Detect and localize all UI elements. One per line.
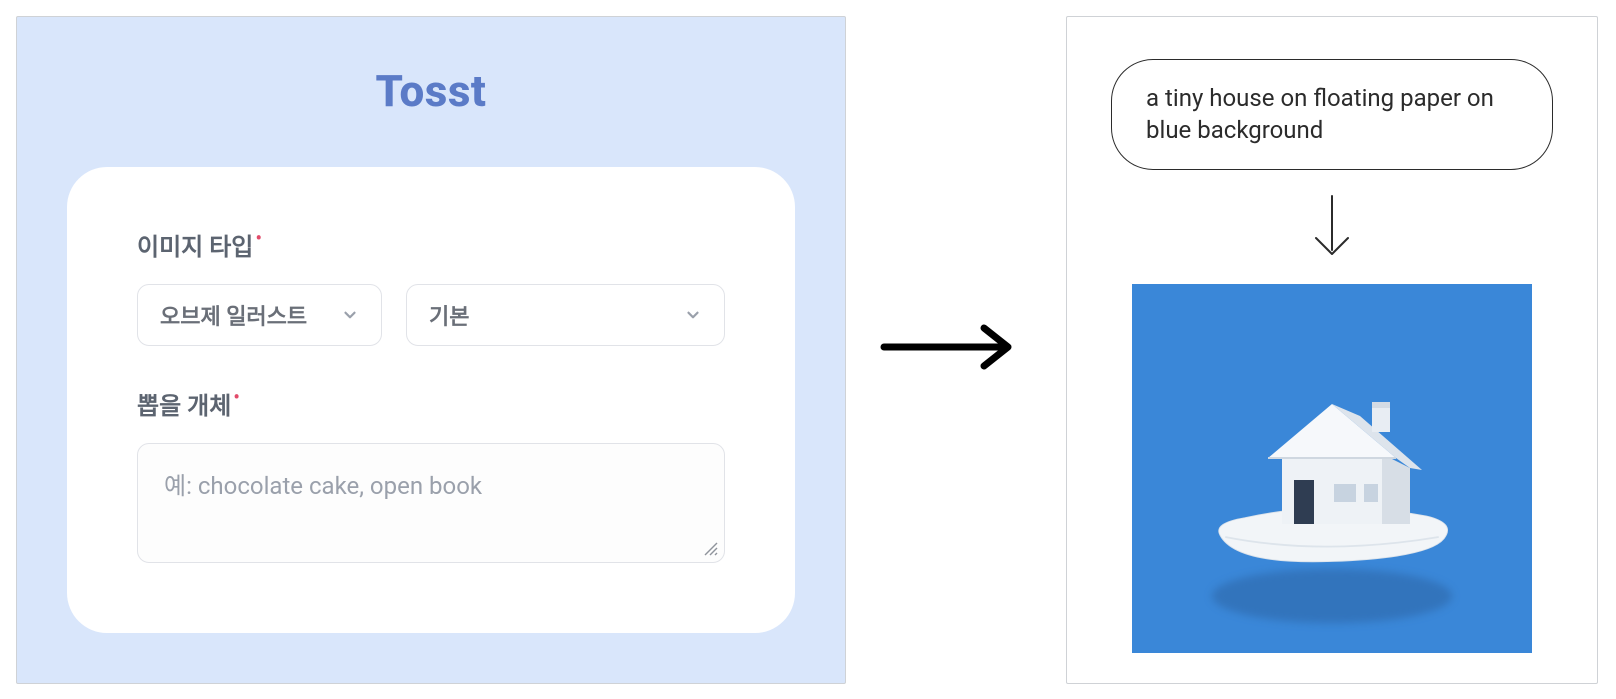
select-row: 오브제 일러스트 기본 <box>137 284 725 346</box>
flow-arrow-down <box>1308 192 1356 262</box>
diagram-stage: Tosst 이미지 타입• 오브제 일러스트 기본 뽑을 개체• 예: cho <box>0 0 1616 699</box>
brand-title: Tosst <box>17 65 845 117</box>
prompt-text: a tiny house on floating paper on blue b… <box>1146 84 1494 144</box>
input-panel: Tosst 이미지 타입• 오브제 일러스트 기본 뽑을 개체• 예: cho <box>16 16 846 684</box>
output-panel: a tiny house on floating paper on blue b… <box>1066 16 1598 684</box>
tiny-house <box>1232 374 1432 534</box>
object-textarea-placeholder: 예: chocolate cake, open book <box>164 472 482 500</box>
generated-image <box>1132 284 1532 653</box>
image-type-label-row: 이미지 타입• <box>137 227 725 262</box>
image-subtype-select-value: 기본 <box>429 299 469 331</box>
resize-handle-icon[interactable] <box>702 540 718 556</box>
prompt-bubble: a tiny house on floating paper on blue b… <box>1111 59 1553 170</box>
image-subtype-select[interactable]: 기본 <box>406 284 725 346</box>
flow-arrow-right <box>880 312 1020 382</box>
form-card: 이미지 타입• 오브제 일러스트 기본 뽑을 개체• 예: chocolate … <box>67 167 795 633</box>
image-type-select-value: 오브제 일러스트 <box>160 299 307 331</box>
required-dot-icon: • <box>233 385 240 409</box>
object-textarea[interactable]: 예: chocolate cake, open book <box>137 443 725 563</box>
image-type-select[interactable]: 오브제 일러스트 <box>137 284 382 346</box>
image-type-label: 이미지 타입 <box>137 227 253 262</box>
object-label-row: 뽑을 개체• <box>137 386 725 421</box>
house-shadow <box>1212 569 1452 623</box>
required-dot-icon: • <box>255 226 262 250</box>
arrow-down-icon <box>1308 192 1356 262</box>
arrow-right-icon <box>880 322 1020 372</box>
chevron-down-icon <box>684 306 702 324</box>
object-label: 뽑을 개체 <box>137 386 231 421</box>
chevron-down-icon <box>341 306 359 324</box>
